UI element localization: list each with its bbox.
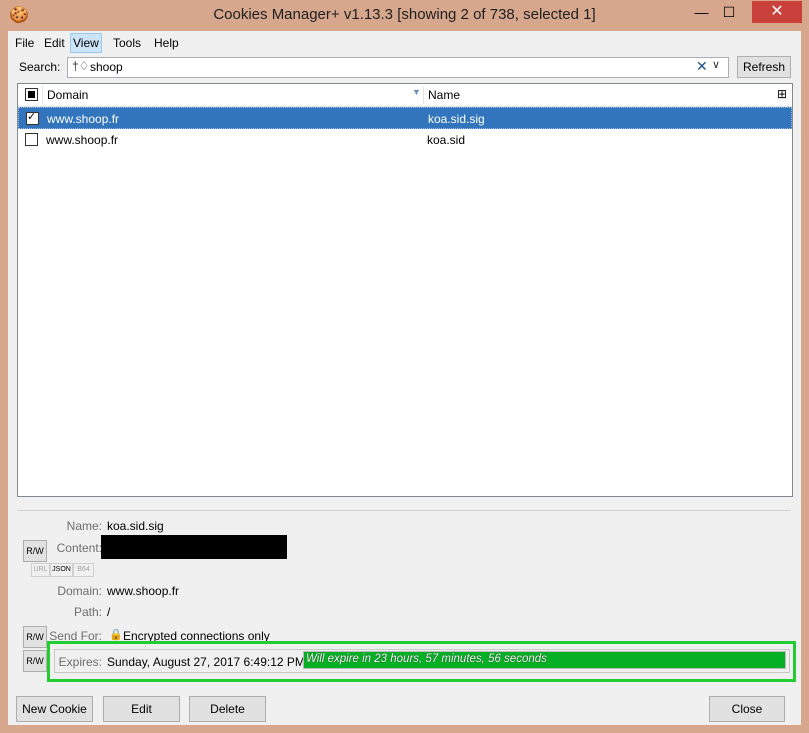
url-format-button[interactable]: URL: [31, 563, 50, 577]
menu-bar: File Edit View Tools Help: [8, 33, 801, 53]
column-separator: [42, 86, 43, 104]
cookie-list[interactable]: Domain ▼ Name ⊞ www.shoop.fr koa.sid.sig…: [17, 83, 793, 497]
path-value: /: [107, 605, 111, 619]
search-label: Search:: [19, 60, 61, 74]
refresh-button[interactable]: Refresh: [737, 56, 791, 78]
table-row[interactable]: www.shoop.fr koa.sid: [18, 129, 792, 151]
new-cookie-button[interactable]: New Cookie: [16, 696, 93, 722]
minimize-button[interactable]: —: [688, 1, 715, 23]
path-label: Path:: [73, 605, 102, 619]
column-header-domain[interactable]: Domain: [47, 88, 88, 102]
name-value: koa.sid.sig: [107, 519, 164, 533]
b64-format-button[interactable]: B64: [73, 563, 94, 577]
sort-descending-icon: ▼: [412, 87, 421, 97]
filter-icon[interactable]: †♢: [72, 59, 89, 73]
row-name: koa.sid.sig: [428, 112, 485, 126]
domain-value: www.shoop.fr: [107, 584, 180, 598]
json-format-button[interactable]: JSON: [50, 563, 73, 577]
expires-progress-bar: Will expire in 23 hours, 57 minutes, 56 …: [303, 651, 786, 669]
content-label: Content:: [56, 541, 102, 555]
list-header: Domain ▼ Name ⊞: [18, 84, 792, 107]
select-all-checkbox[interactable]: [25, 88, 38, 101]
row-checkbox[interactable]: [26, 110, 39, 125]
row-domain: www.shoop.fr: [47, 112, 120, 126]
search-input[interactable]: †♢ shoop ✕ ∨: [67, 57, 729, 78]
edit-button[interactable]: Edit: [103, 696, 180, 722]
close-window-button[interactable]: ✕: [752, 1, 802, 23]
menu-view[interactable]: View: [70, 33, 102, 53]
menu-file[interactable]: File: [13, 34, 36, 52]
delete-button[interactable]: Delete: [189, 696, 266, 722]
row-checkbox[interactable]: [25, 133, 38, 146]
expires-countdown: Will expire in 23 hours, 57 minutes, 56 …: [306, 653, 547, 665]
expires-value: Sunday, August 27, 2017 6:49:12 PM: [107, 655, 305, 669]
menu-edit[interactable]: Edit: [42, 34, 67, 52]
column-separator[interactable]: [423, 86, 424, 104]
search-value[interactable]: shoop: [90, 60, 123, 74]
content-value-redacted: [101, 535, 287, 559]
details-divider: [17, 510, 791, 511]
row-domain: www.shoop.fr: [46, 133, 119, 147]
expires-label: Expires:: [58, 655, 102, 669]
column-header-name[interactable]: Name: [428, 88, 460, 102]
name-label: Name:: [66, 519, 102, 533]
menu-tools[interactable]: Tools: [111, 34, 143, 52]
domain-label: Domain:: [57, 584, 102, 598]
maximize-button[interactable]: ☐: [716, 1, 742, 23]
chevron-down-icon[interactable]: ∨: [712, 58, 720, 71]
menu-help[interactable]: Help: [152, 34, 181, 52]
close-button[interactable]: Close: [709, 696, 785, 722]
clear-search-icon[interactable]: ✕: [696, 58, 708, 75]
row-name: koa.sid: [427, 133, 466, 147]
table-row[interactable]: www.shoop.fr koa.sid.sig: [18, 107, 792, 129]
column-picker-icon[interactable]: ⊞: [777, 87, 787, 101]
lock-icon: 🔒: [109, 629, 123, 641]
